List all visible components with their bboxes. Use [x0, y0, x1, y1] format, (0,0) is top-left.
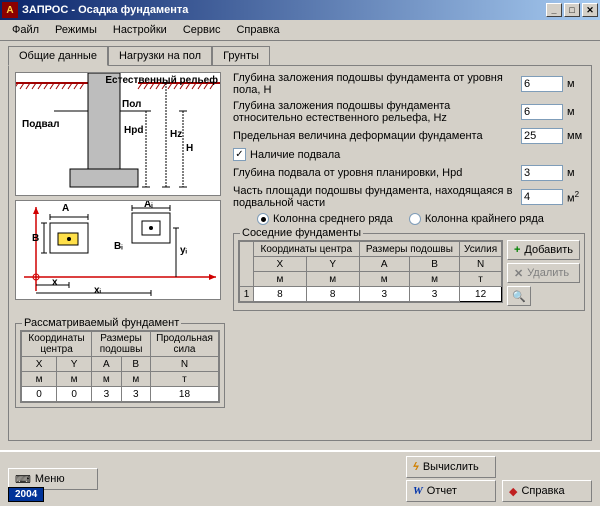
tab-loads[interactable]: Нагрузки на пол	[108, 46, 212, 66]
keyboard-icon: ⌨	[15, 473, 31, 486]
radio-dot-icon	[409, 213, 421, 225]
menubar: Файл Режимы Настройки Сервис Справка	[0, 20, 600, 41]
plan-diagram: A Aᵢ B Bᵢ x xᵢ yᵢ	[15, 200, 221, 300]
limit-input[interactable]	[521, 128, 563, 144]
tab-soils[interactable]: Грунты	[212, 46, 270, 66]
close-button[interactable]: ✕	[582, 3, 598, 17]
tab-general[interactable]: Общие данные	[8, 46, 108, 66]
menu-service[interactable]: Сервис	[175, 22, 229, 38]
depth-floor-label: Глубина заложения подошвы фундамента от …	[233, 72, 517, 96]
add-button[interactable]: + Добавить	[507, 240, 580, 260]
bolt-icon: ϟ	[413, 461, 419, 473]
has-basement-checkbox[interactable]: ✓ Наличие подвала	[233, 148, 585, 161]
report-button[interactable]: W Отчет	[406, 480, 496, 502]
basement-depth-unit: м	[567, 167, 585, 179]
neighbor-table[interactable]: Координаты центра Размеры подошвы Усилия…	[239, 241, 502, 302]
b-label: B	[32, 233, 39, 244]
year-badge: 2004	[8, 487, 44, 502]
neighbor-foundations-group: Соседние фундаменты Координаты центра Ра…	[233, 233, 585, 311]
preview-button[interactable]: 🔍	[507, 286, 531, 306]
bi-label: Bᵢ	[114, 241, 123, 252]
radio-dot-icon	[257, 213, 269, 225]
main-foundation-group: Рассматриваемый фундамент Координаты цен…	[15, 323, 225, 408]
window-title: ЗАПРОС - Осадка фундамента	[22, 4, 546, 16]
limit-unit: мм	[567, 130, 585, 142]
limit-label: Предельная величина деформации фундамент…	[233, 130, 517, 142]
section-diagram: Естественный рельеф Пол Подвал Hpd Hz H	[15, 72, 221, 196]
delete-button[interactable]: ✕ Удалить	[507, 263, 580, 283]
calculate-button[interactable]: ϟ Вычислить	[406, 456, 496, 478]
depth-relief-unit: м	[567, 106, 585, 118]
a-label: A	[62, 203, 69, 214]
table-row[interactable]: 0 0 3 3 18	[22, 387, 219, 402]
basement-depth-input[interactable]	[521, 165, 563, 181]
menu-modes[interactable]: Режимы	[47, 22, 105, 38]
magnifier-icon: 🔍	[512, 290, 526, 303]
book-icon: ◆	[509, 485, 517, 498]
table-row[interactable]: 1 8 8 3 3 12	[240, 287, 502, 302]
depth-relief-input[interactable]	[521, 104, 563, 120]
basement-area-label: Часть площади подошвы фундамента, находя…	[233, 185, 517, 209]
h-label: H	[186, 143, 193, 154]
th-force: Усилия	[460, 242, 502, 257]
radio-middle-column[interactable]: Колонна среднего ряда	[257, 213, 393, 225]
bottom-toolbar: ⌨ Меню ϟ Вычислить W Отчет ◆ Справка 200…	[0, 450, 600, 506]
menu-settings[interactable]: Настройки	[105, 22, 175, 38]
x-icon: ✕	[514, 267, 523, 280]
basement-area-unit: м2	[567, 190, 585, 205]
hz-label: Hz	[170, 129, 182, 140]
plus-icon: +	[514, 244, 520, 256]
app-icon: А	[2, 2, 18, 18]
x-label: x	[52, 277, 58, 288]
tab-panel: Естественный рельеф Пол Подвал Hpd Hz H	[8, 65, 592, 441]
xi-label: xᵢ	[94, 285, 101, 296]
ai-label: Aᵢ	[144, 200, 153, 210]
depth-relief-label: Глубина заложения подошвы фундамента отн…	[233, 100, 517, 124]
menu-help[interactable]: Справка	[228, 22, 287, 38]
yi-label: yᵢ	[180, 245, 187, 256]
main-foundation-table[interactable]: Координаты центра Размеры подошвы Продол…	[21, 331, 219, 402]
titlebar: А ЗАПРОС - Осадка фундамента _ □ ✕	[0, 0, 600, 20]
radio-middle-label: Колонна среднего ряда	[273, 213, 393, 225]
basement-label: Подвал	[22, 119, 59, 130]
basement-area-input[interactable]	[521, 189, 563, 205]
main-legend: Рассматриваемый фундамент	[22, 317, 181, 329]
floor-label: Пол	[122, 99, 141, 110]
menu-file[interactable]: Файл	[4, 22, 47, 38]
minimize-button[interactable]: _	[546, 3, 562, 17]
th-size: Размеры подошвы	[359, 242, 460, 257]
window-buttons: _ □ ✕	[546, 3, 598, 17]
relief-label: Естественный рельеф	[105, 75, 218, 86]
depth-floor-input[interactable]	[521, 76, 563, 92]
maximize-button[interactable]: □	[564, 3, 580, 17]
neighbor-legend: Соседние фундаменты	[240, 227, 363, 239]
help-button[interactable]: ◆ Справка	[502, 480, 592, 502]
tab-bar: Общие данные Нагрузки на пол Грунты	[8, 46, 592, 66]
radio-edge-label: Колонна крайнего ряда	[425, 213, 544, 225]
basement-depth-label: Глубина подвала от уровня планировки, Hp…	[233, 167, 517, 179]
depth-floor-unit: м	[567, 78, 585, 90]
hpd-label: Hpd	[124, 125, 143, 136]
th-coord: Координаты центра	[254, 242, 360, 257]
w-icon: W	[413, 485, 423, 497]
has-basement-label: Наличие подвала	[250, 149, 340, 161]
radio-edge-column[interactable]: Колонна крайнего ряда	[409, 213, 544, 225]
check-icon: ✓	[233, 148, 246, 161]
